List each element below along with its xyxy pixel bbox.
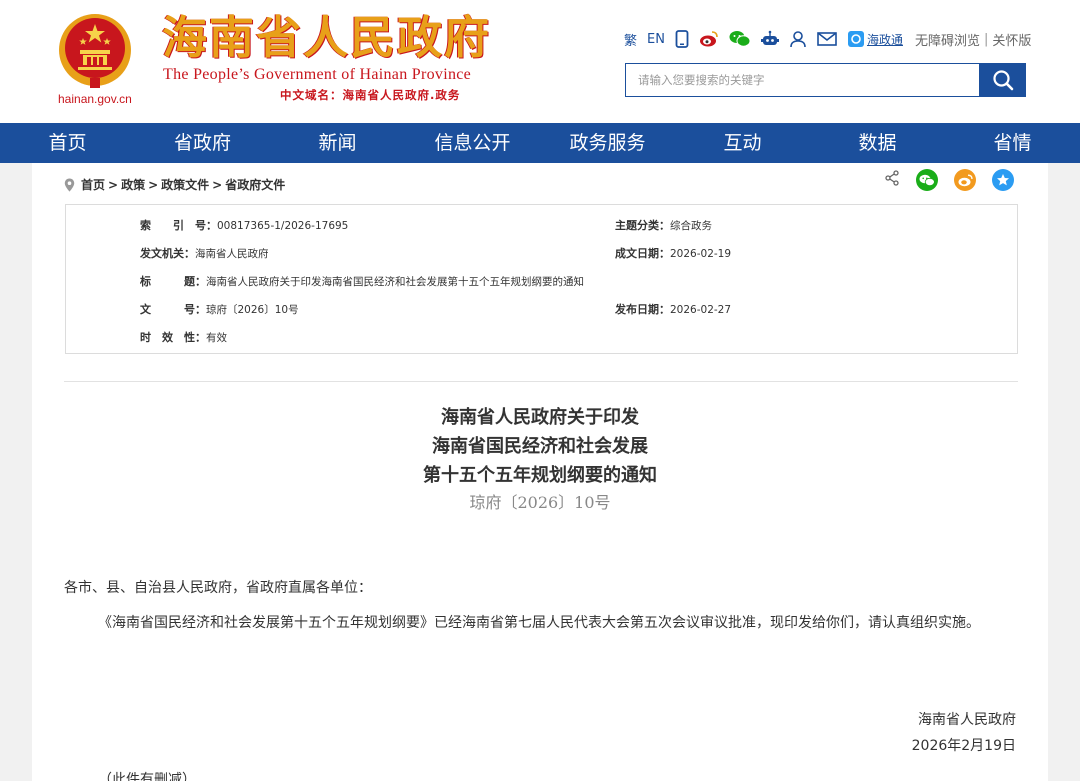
share-icon[interactable]	[884, 170, 900, 190]
site-title[interactable]: 海南省人民政府	[162, 12, 491, 64]
weibo-icon[interactable]	[699, 30, 719, 48]
doc-footnote: （此件有删减）	[98, 772, 196, 781]
doc-signer: 海南省人民政府	[918, 712, 1016, 728]
weibo-share-icon[interactable]	[954, 169, 976, 191]
meta-docno-value: 琼府〔2026〕10号	[206, 304, 299, 316]
meta-docno-row: 文 号：琼府〔2026〕10号	[140, 301, 299, 317]
accessible-browse-link[interactable]: 无障碍浏览	[915, 30, 980, 49]
meta-issuer-value: 海南省人民政府	[195, 248, 269, 260]
nav-item-data[interactable]: 数据	[810, 123, 945, 163]
breadcrumb-separator: >	[108, 177, 119, 192]
search-icon	[993, 70, 1014, 91]
hzt-icon	[847, 31, 864, 47]
content-panel: 首页 > 政策 > 政策文件 > 省政府文件 索 引 号：00817365-1/…	[32, 163, 1048, 781]
meta-validity-label: 时 效 性：	[140, 331, 206, 344]
meta-validity-value: 有效	[206, 332, 227, 344]
site-subtitle-cn: 中文域名：海南省人民政府.政务	[280, 88, 461, 102]
meta-index-label: 索 引 号：	[140, 219, 217, 232]
meta-issuer-row: 发文机关：海南省人民政府	[140, 245, 269, 261]
domain-label: hainan.gov.cn	[58, 92, 132, 106]
site-header: hainan.gov.cn 海南省人民政府 The People’s Gover…	[0, 0, 1080, 123]
breadcrumb-home[interactable]: 首页	[81, 176, 105, 193]
phone-icon[interactable]	[675, 30, 689, 48]
doc-title-line-3: 第十五个五年规划纲要的通知	[423, 465, 657, 486]
breadcrumb-separator: >	[212, 177, 223, 192]
doc-title-line-1: 海南省人民政府关于印发	[441, 407, 639, 428]
hzt-label: 海政通	[866, 32, 903, 47]
meta-index-value: 00817365-1/2026-17695	[217, 220, 349, 232]
meta-title-label: 标 题：	[140, 275, 206, 288]
english-link[interactable]: EN	[647, 32, 665, 47]
site-subtitle-en: The People’s Government of Hainan Provin…	[163, 66, 472, 83]
meta-created-row: 成文日期：2026-02-19	[615, 245, 731, 261]
meta-title-row: 标 题：海南省人民政府关于印发海南省国民经济和社会发展第十五个五年规划纲要的通知	[140, 273, 584, 289]
breadcrumb-policy-files[interactable]: 政策文件	[161, 176, 209, 193]
breadcrumb-separator: >	[148, 177, 159, 192]
top-link-separator: |	[984, 31, 989, 47]
meta-issuer-label: 发文机关：	[140, 247, 195, 260]
wechat-icon[interactable]	[729, 30, 751, 48]
search-box	[625, 63, 980, 97]
nav-item-province-info[interactable]: 省情	[945, 123, 1080, 163]
nav-item-disclosure[interactable]: 信息公开	[405, 123, 540, 163]
robot-icon[interactable]	[760, 30, 779, 48]
traditional-chinese-link[interactable]: 繁	[624, 30, 637, 49]
qzone-share-icon[interactable]	[992, 169, 1014, 191]
breadcrumb: 首页 > 政策 > 政策文件 > 省政府文件	[64, 176, 285, 193]
document-meta-box: 索 引 号：00817365-1/2026-17695 主题分类：综合政务 发文…	[65, 204, 1018, 354]
top-links-bar: 繁 EN 海政通 无障碍浏览 | 关怀版	[624, 28, 1031, 50]
care-mode-link[interactable]: 关怀版	[992, 30, 1031, 49]
nav-item-home[interactable]: 首页	[0, 123, 135, 163]
meta-published-label: 发布日期：	[615, 303, 670, 316]
nav-item-news[interactable]: 新闻	[270, 123, 405, 163]
main-nav: 首页 省政府 新闻 信息公开 政务服务 互动 数据 省情	[0, 123, 1080, 163]
location-pin-icon	[64, 178, 75, 191]
doc-salutation: 各市、县、自治县人民政府，省政府直属各单位：	[64, 580, 372, 596]
meta-topic-row: 主题分类：综合政务	[615, 217, 712, 233]
nav-item-interaction[interactable]: 互动	[675, 123, 810, 163]
doc-sign-date: 2026年2月19日	[911, 738, 1016, 754]
doc-paragraph: 《海南省国民经济和社会发展第十五个五年规划纲要》已经海南省第七届人民代表大会第五…	[98, 615, 980, 631]
meta-topic-label: 主题分类：	[615, 219, 670, 232]
nav-item-services[interactable]: 政务服务	[540, 123, 675, 163]
meta-created-value: 2026-02-19	[670, 248, 732, 260]
meta-docno-label: 文 号：	[140, 303, 206, 316]
doc-title-line-2: 海南省国民经济和社会发展	[432, 436, 648, 457]
national-emblem-icon[interactable]	[56, 12, 134, 92]
share-bar	[884, 169, 1014, 191]
search-input[interactable]	[626, 64, 979, 96]
nav-item-government[interactable]: 省政府	[135, 123, 270, 163]
meta-created-label: 成文日期：	[615, 247, 670, 260]
breadcrumb-gov-files[interactable]: 省政府文件	[225, 176, 285, 193]
mail-icon[interactable]	[817, 31, 837, 47]
meta-title-value: 海南省人民政府关于印发海南省国民经济和社会发展第十五个五年规划纲要的通知	[206, 276, 584, 288]
hzt-link[interactable]: 海政通	[847, 30, 903, 48]
meta-topic-value: 综合政务	[670, 220, 712, 232]
doc-number: 琼府〔2026〕10号	[469, 493, 611, 512]
breadcrumb-policy[interactable]: 政策	[121, 176, 145, 193]
search-button[interactable]	[980, 63, 1026, 97]
user-icon[interactable]	[789, 30, 807, 48]
wechat-share-icon[interactable]	[916, 169, 938, 191]
meta-published-row: 发布日期：2026-02-27	[615, 301, 731, 317]
meta-published-value: 2026-02-27	[670, 304, 732, 316]
meta-validity-row: 时 效 性：有效	[140, 329, 227, 345]
meta-index-row: 索 引 号：00817365-1/2026-17695	[140, 217, 348, 233]
section-divider	[64, 381, 1018, 382]
